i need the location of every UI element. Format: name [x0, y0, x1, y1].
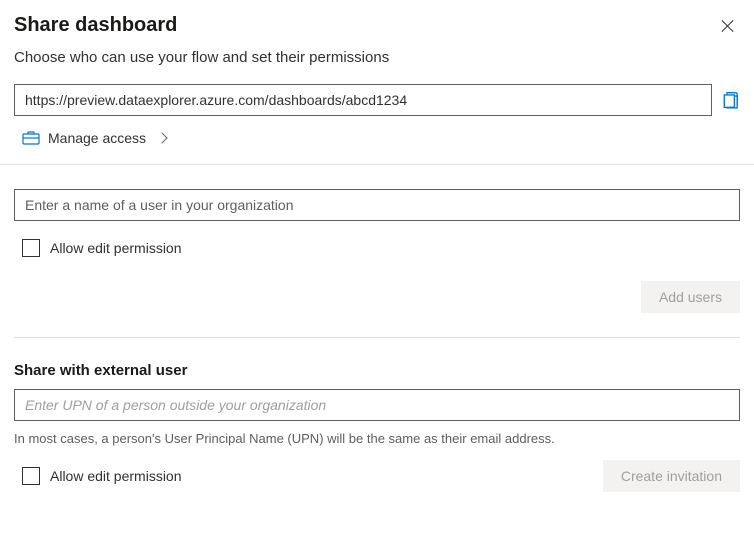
chevron-right-icon: [156, 132, 167, 143]
close-icon[interactable]: [720, 18, 736, 34]
user-name-input[interactable]: [14, 189, 740, 221]
external-allow-edit-label: Allow edit permission: [50, 468, 182, 484]
external-allow-edit-checkbox[interactable]: [22, 467, 40, 485]
dialog-subtitle: Choose who can use your flow and set the…: [14, 49, 740, 66]
section-divider: [0, 164, 754, 165]
manage-access-label: Manage access: [48, 130, 146, 146]
dialog-title: Share dashboard: [14, 14, 177, 37]
briefcase-icon: [22, 131, 40, 145]
section-divider: [14, 337, 740, 338]
allow-edit-label: Allow edit permission: [50, 240, 182, 256]
allow-edit-checkbox-row[interactable]: Allow edit permission: [22, 239, 740, 257]
manage-access-link[interactable]: Manage access: [22, 130, 740, 146]
add-users-button[interactable]: Add users: [641, 281, 740, 313]
external-heading: Share with external user: [14, 362, 740, 379]
share-url-input[interactable]: [14, 84, 712, 116]
external-allow-edit-checkbox-row[interactable]: Allow edit permission: [22, 467, 182, 485]
allow-edit-checkbox[interactable]: [22, 239, 40, 257]
upn-hint: In most cases, a person's User Principal…: [14, 431, 740, 446]
external-upn-input[interactable]: [14, 389, 740, 421]
copy-icon[interactable]: [722, 91, 740, 109]
create-invitation-button[interactable]: Create invitation: [603, 460, 740, 492]
